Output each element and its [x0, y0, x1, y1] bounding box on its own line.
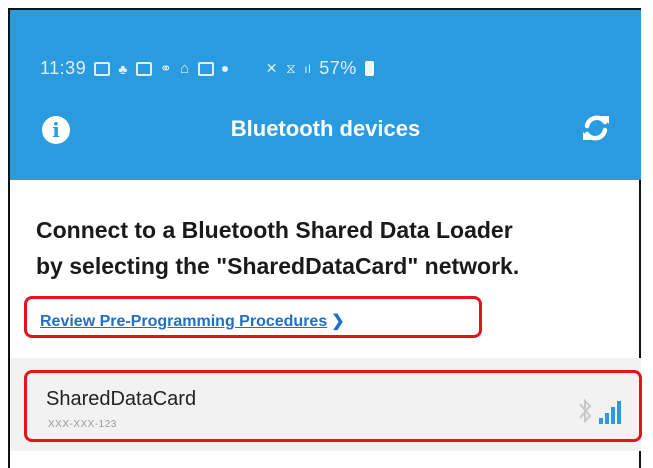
device-name: SharedDataCard	[46, 388, 197, 410]
instructions-line-1: Connect to a Bluetooth Shared Data Loade…	[36, 217, 513, 243]
bluetooth-icon	[579, 398, 592, 424]
chevron-right-icon: ❯	[331, 313, 345, 330]
battery-icon	[364, 61, 374, 76]
battery-percent: 57%	[319, 58, 357, 78]
message-icon	[94, 61, 111, 76]
signal-status-icon: ıl	[304, 61, 312, 76]
gallery-icon	[197, 61, 214, 76]
more-notifications-icon	[221, 65, 228, 72]
signal-strength-icon	[599, 401, 621, 424]
calendar-icon	[135, 61, 152, 76]
refresh-icon[interactable]	[581, 112, 611, 144]
mute-icon: ✕	[265, 60, 278, 76]
vibrate-icon: ⧖	[285, 60, 297, 76]
status-bar: 11:39 ♣ ⚭ ⌂ ✕ ⧖ ıl 57%	[40, 58, 374, 79]
instructions-line-2: by selecting the "SharedDataCard" networ…	[36, 253, 520, 279]
instructions-text: Connect to a Bluetooth Shared Data Loade…	[36, 212, 636, 284]
sync-icon: ♣	[118, 60, 128, 77]
link-icon: ⚭	[159, 60, 173, 76]
page-title: Bluetooth devices	[230, 116, 421, 141]
status-time: 11:39	[40, 58, 87, 78]
device-id: XXX-XXX-123	[48, 419, 117, 430]
home-icon: ⌂	[180, 60, 190, 77]
review-procedures-label: Review Pre-Programming Procedures	[40, 313, 328, 330]
title-row: i Bluetooth devices	[10, 108, 641, 158]
review-procedures-link[interactable]: Review Pre-Programming Procedures ❯	[40, 311, 345, 331]
